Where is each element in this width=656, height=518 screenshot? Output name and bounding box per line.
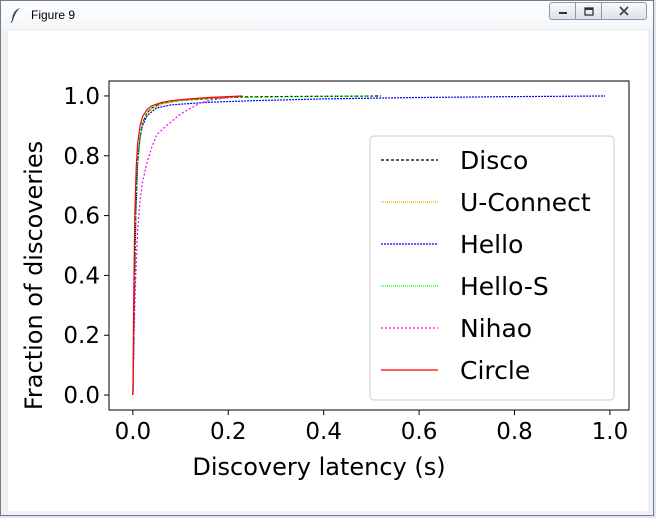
y-tick-label: 0.0 (63, 383, 100, 409)
figure-canvas: 0.0 0.2 0.4 0.6 0.8 1.0 0.0 0.2 0.4 0.6 0.8 1.0 Disc… (8, 31, 648, 511)
y-axis-label: Fraction of discoveries (20, 141, 48, 410)
legend-label: Circle (460, 356, 530, 385)
y-tick-label: 0.2 (63, 323, 100, 349)
close-button[interactable] (601, 2, 647, 20)
y-tick-label: 0.4 (63, 263, 100, 289)
x-tick-label: 0.8 (496, 419, 533, 445)
y-tick-label: 1.0 (63, 84, 100, 110)
window-title: Figure 9 (31, 8, 76, 22)
minimize-icon (558, 12, 567, 14)
maximize-button[interactable] (575, 2, 602, 20)
close-icon (619, 6, 629, 16)
legend-label: Hello (460, 230, 523, 259)
legend-label: Nihao (460, 314, 532, 343)
legend-label: Disco (460, 146, 528, 175)
figure-window: Figure 9 0.0 0.2 0.4 0.6 0.8 1.0 0.0 0.2 0.4 0.6 0… (0, 0, 654, 516)
title-bar[interactable]: Figure 9 (1, 1, 653, 29)
legend-label: Hello-S (460, 272, 549, 301)
x-tick-label: 0.2 (210, 419, 247, 445)
y-tick-label: 0.6 (63, 204, 100, 230)
x-tick-label: 1.0 (592, 419, 629, 445)
maximize-icon (583, 6, 594, 16)
x-tick-label: 0.6 (401, 419, 438, 445)
x-tick-label: 0.4 (305, 419, 342, 445)
y-tick-label: 0.8 (63, 144, 100, 170)
feather-icon (10, 8, 20, 23)
x-tick-label: 0.0 (115, 419, 152, 445)
x-axis-label: Discovery latency (s) (192, 453, 445, 481)
minimize-button[interactable] (549, 2, 576, 20)
chart: 0.0 0.2 0.4 0.6 0.8 1.0 0.0 0.2 0.4 0.6 0.8 1.0 Disc… (20, 80, 630, 481)
legend-label: U-Connect (460, 188, 591, 217)
